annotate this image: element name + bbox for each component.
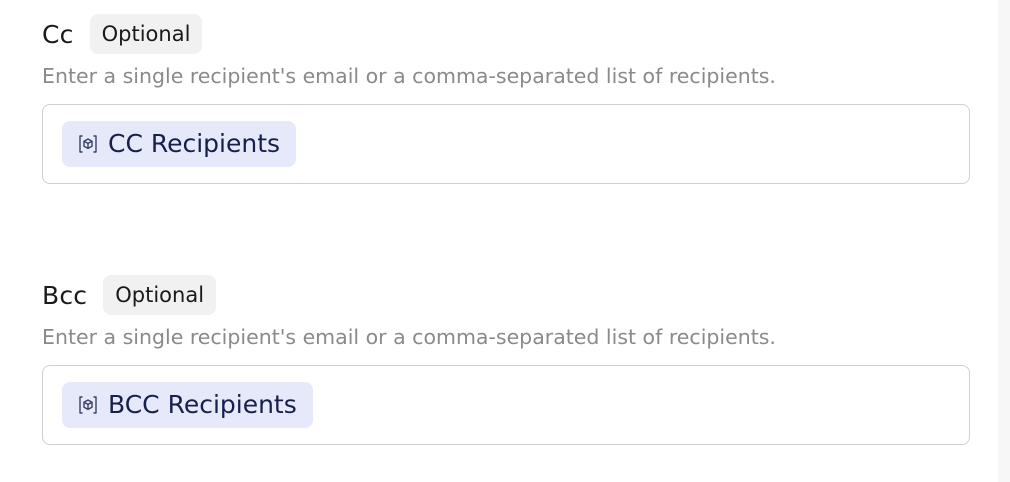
bcc-field: Bcc Optional Enter a single recipient's … [42, 275, 972, 445]
cc-optional-badge: Optional [89, 14, 203, 54]
cc-label-row: Cc Optional [42, 14, 972, 54]
scroll-gutter [998, 0, 1010, 482]
bcc-recipients-chip[interactable]: BCC Recipients [62, 382, 313, 428]
cc-chip-label: CC Recipients [108, 129, 281, 158]
bcc-help-text: Enter a single recipient's email or a co… [42, 325, 776, 349]
bcc-label: Bcc [42, 280, 88, 310]
cc-field: Cc Optional Enter a single recipient's e… [42, 14, 972, 184]
bcc-chip-label: BCC Recipients [108, 390, 297, 419]
bcc-optional-badge: Optional [103, 275, 217, 315]
bcc-input[interactable]: BCC Recipients [42, 365, 970, 445]
cc-recipients-chip[interactable]: CC Recipients [62, 121, 297, 167]
variable-box-icon [76, 132, 100, 156]
cc-label: Cc [42, 19, 74, 49]
bcc-label-row: Bcc Optional [42, 275, 972, 315]
variable-box-icon [76, 393, 100, 417]
cc-input[interactable]: CC Recipients [42, 104, 970, 184]
cc-help-text: Enter a single recipient's email or a co… [42, 64, 776, 88]
email-recipient-settings: Cc Optional Enter a single recipient's e… [0, 0, 1010, 482]
